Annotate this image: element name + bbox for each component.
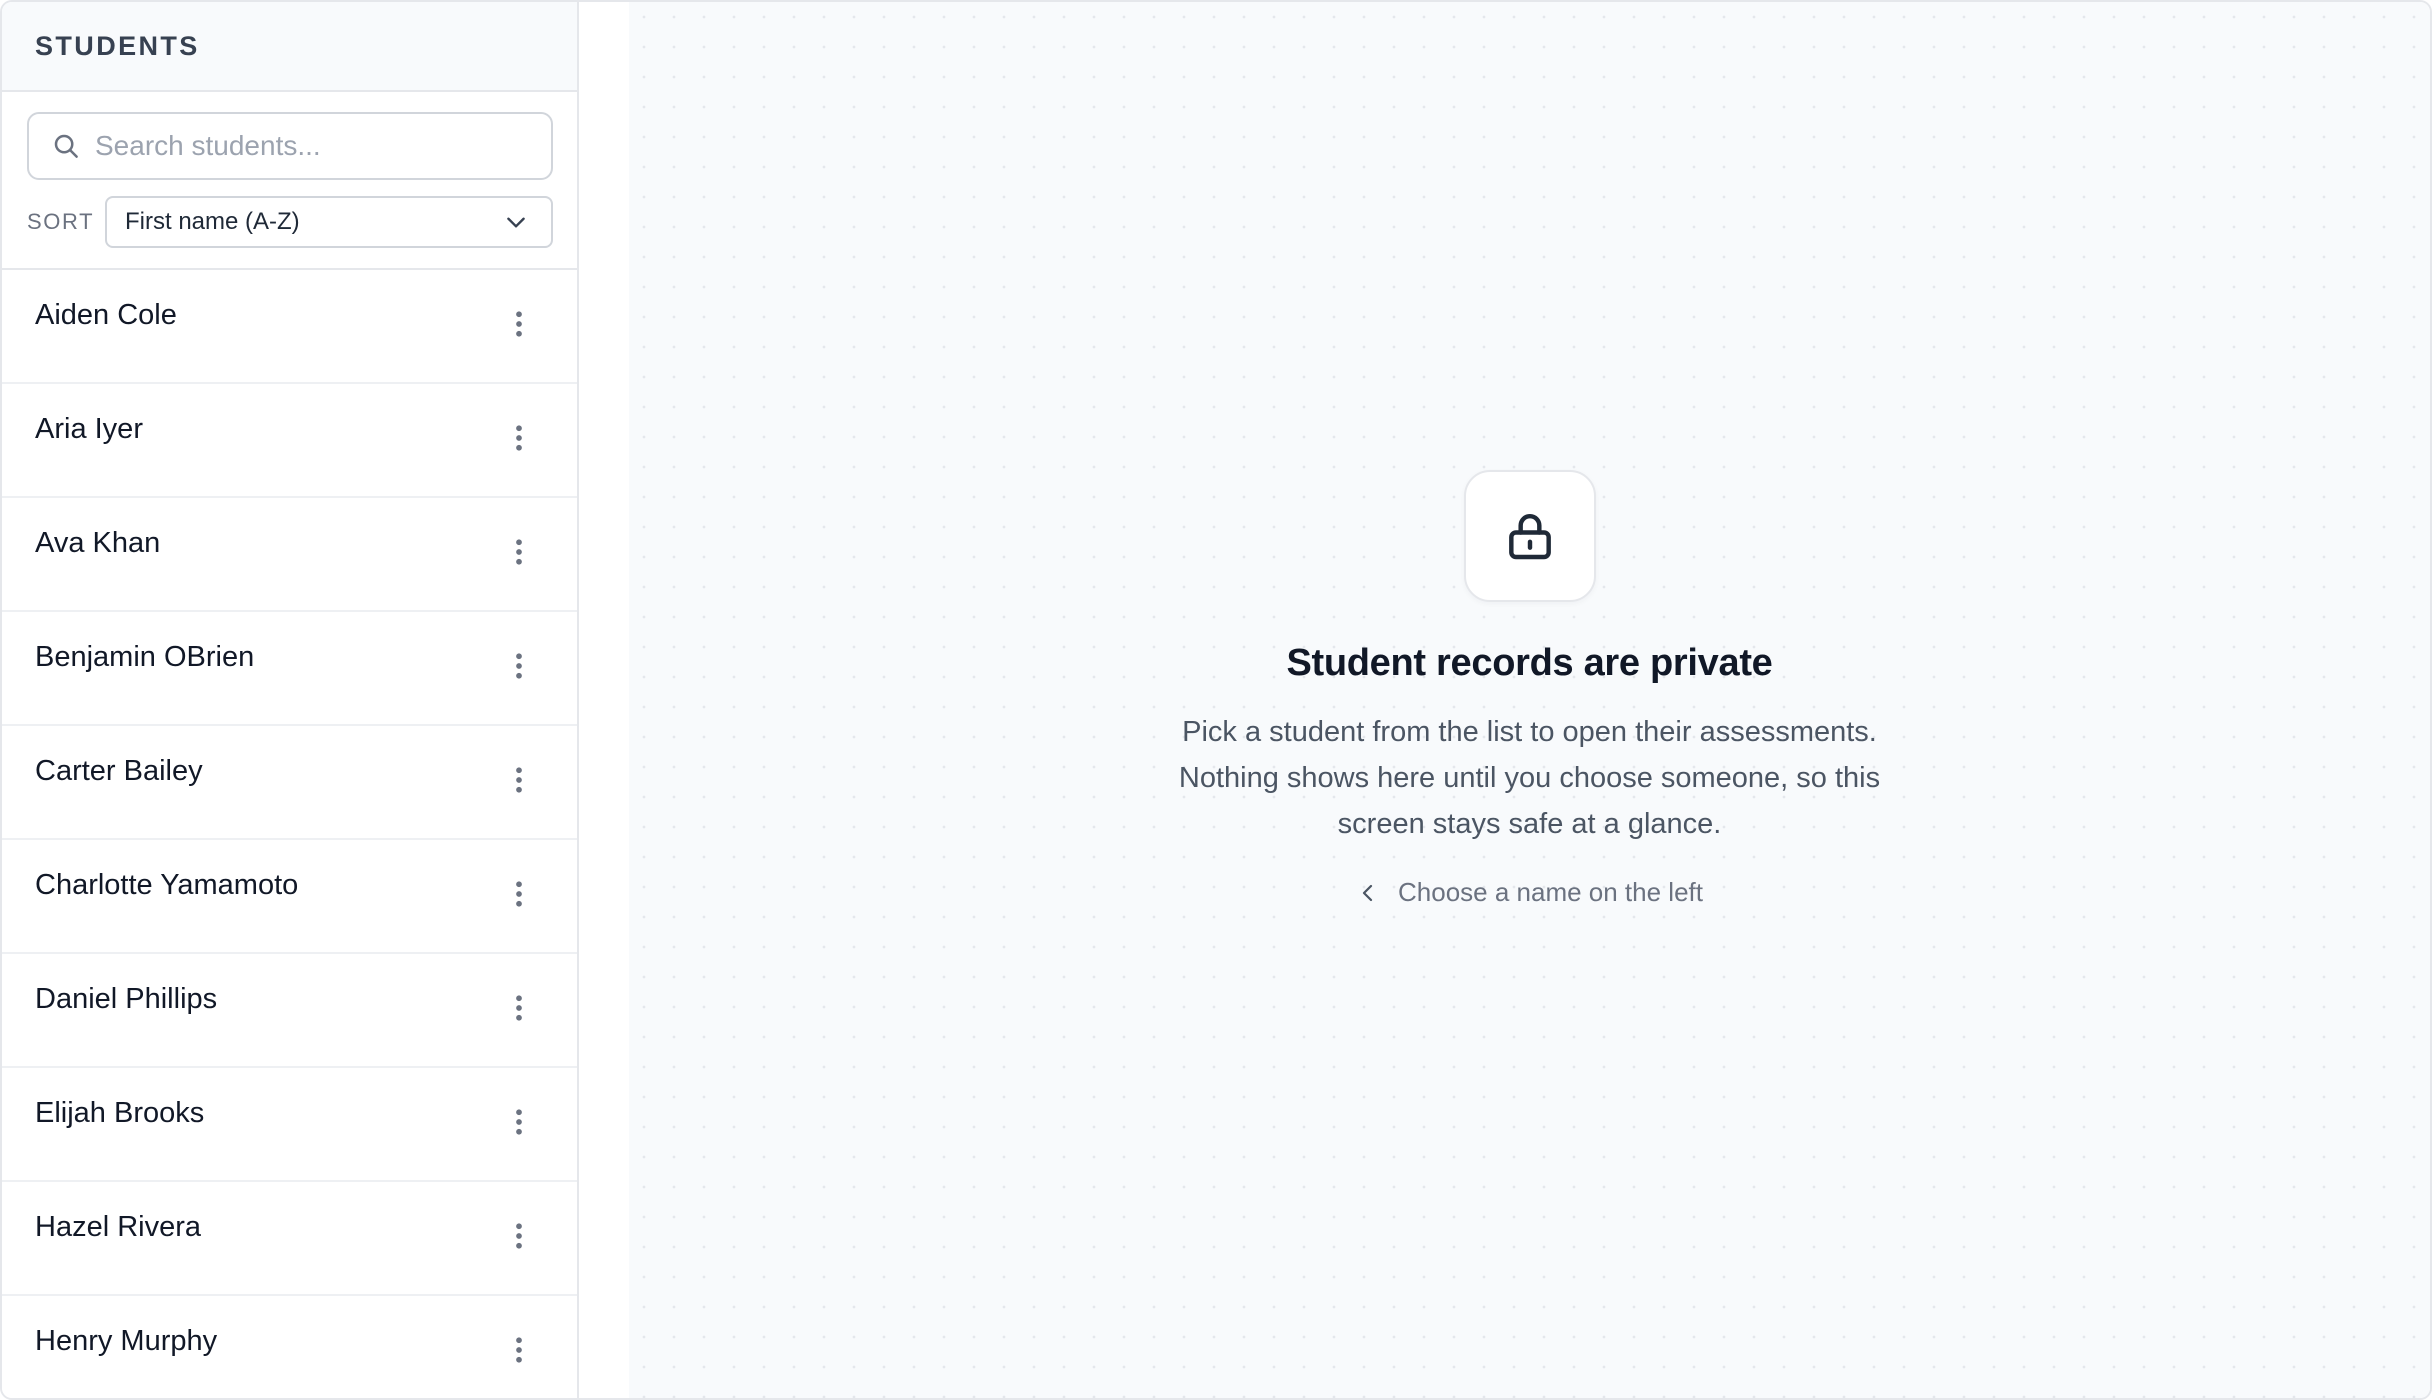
lock-icon xyxy=(1502,508,1558,564)
chevron-down-icon xyxy=(503,209,529,235)
student-row[interactable]: Henry Murphy xyxy=(2,1296,577,1398)
student-name: Daniel Phillips xyxy=(35,983,218,1015)
sort-row: SORT First name (A-Z) xyxy=(27,196,553,248)
hint-text: Choose a name on the left xyxy=(1398,877,1703,907)
empty-state-description: Pick a student from the list to open the… xyxy=(1178,716,1881,840)
main-panel: Student records are private Pick a stude… xyxy=(629,2,2430,1398)
student-list: Aiden Cole Aria Iyer Ava Khan Benjamin OBri… xyxy=(2,270,577,1398)
students-sidebar: STUDENTS SORT First name (A-Z) xyxy=(2,2,579,1398)
empty-state: Student records are private Pick a stude… xyxy=(629,470,2430,908)
student-name: Hazel Rivera xyxy=(35,1211,201,1243)
more-options-button[interactable] xyxy=(501,420,537,456)
more-options-button[interactable] xyxy=(501,1332,537,1368)
more-vertical-icon xyxy=(501,534,537,570)
more-vertical-icon xyxy=(501,990,537,1026)
search-input[interactable] xyxy=(29,114,551,178)
panel-gutter xyxy=(579,2,629,1398)
more-vertical-icon xyxy=(501,420,537,456)
sidebar-title: STUDENTS xyxy=(35,30,200,61)
more-vertical-icon xyxy=(501,1218,537,1254)
student-row[interactable]: Daniel Phillips xyxy=(2,954,577,1068)
empty-state-title: Student records are private xyxy=(1286,642,1773,684)
student-row[interactable]: Aiden Cole xyxy=(2,270,577,384)
more-options-button[interactable] xyxy=(501,762,537,798)
more-options-button[interactable] xyxy=(501,990,537,1026)
more-vertical-icon xyxy=(501,876,537,912)
lock-tile xyxy=(1463,470,1596,602)
more-vertical-icon xyxy=(501,648,537,684)
student-name: Henry Murphy xyxy=(35,1325,218,1357)
student-name: Carter Bailey xyxy=(35,755,203,787)
student-row[interactable]: Hazel Rivera xyxy=(2,1182,577,1296)
student-row[interactable]: Carter Bailey xyxy=(2,726,577,840)
student-name: Elijah Brooks xyxy=(35,1097,205,1129)
more-vertical-icon xyxy=(501,306,537,342)
more-options-button[interactable] xyxy=(501,876,537,912)
more-options-button[interactable] xyxy=(501,1218,537,1254)
more-options-button[interactable] xyxy=(501,648,537,684)
more-options-button[interactable] xyxy=(501,306,537,342)
list-controls: SORT First name (A-Z) xyxy=(2,92,577,270)
student-row[interactable]: Aria Iyer xyxy=(2,384,577,498)
search-icon xyxy=(51,131,81,161)
more-vertical-icon xyxy=(501,1332,537,1368)
student-name: Charlotte Yamamoto xyxy=(35,869,299,901)
student-name: Aria Iyer xyxy=(35,413,143,445)
student-name: Aiden Cole xyxy=(35,299,177,331)
more-options-button[interactable] xyxy=(501,1104,537,1140)
student-row[interactable]: Elijah Brooks xyxy=(2,1068,577,1182)
app-window: STUDENTS SORT First name (A-Z) xyxy=(0,0,2432,1400)
choose-name-hint: Choose a name on the left xyxy=(1356,877,1703,908)
sort-select[interactable]: First name (A-Z) xyxy=(105,196,553,248)
search-box[interactable] xyxy=(27,112,553,180)
more-vertical-icon xyxy=(501,762,537,798)
sort-selected-value: First name (A-Z) xyxy=(125,208,300,235)
student-name: Benjamin OBrien xyxy=(35,641,255,673)
student-name: Ava Khan xyxy=(35,527,161,559)
student-row[interactable]: Charlotte Yamamoto xyxy=(2,840,577,954)
student-row[interactable]: Ava Khan xyxy=(2,498,577,612)
student-row[interactable]: Benjamin OBrien xyxy=(2,612,577,726)
sidebar-header: STUDENTS xyxy=(2,2,577,92)
more-vertical-icon xyxy=(501,1104,537,1140)
more-options-button[interactable] xyxy=(501,534,537,570)
chevron-left-icon xyxy=(1356,881,1380,905)
sort-label: SORT xyxy=(27,209,95,234)
